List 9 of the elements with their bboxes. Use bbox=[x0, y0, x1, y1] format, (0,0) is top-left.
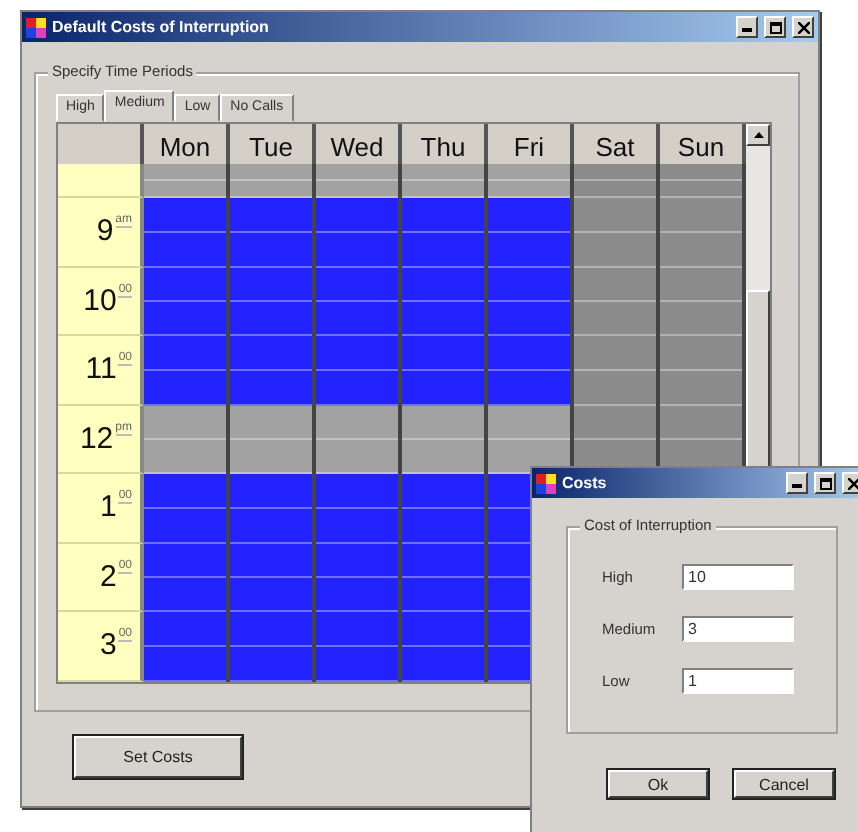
day-header: Sat bbox=[574, 124, 660, 164]
day-header: Tue bbox=[230, 124, 316, 164]
day-header: Mon bbox=[144, 124, 230, 164]
day-header: Wed bbox=[316, 124, 402, 164]
window-title: Default Costs of Interruption bbox=[52, 18, 271, 36]
day-header: Thu bbox=[402, 124, 488, 164]
window-title: Costs bbox=[562, 474, 609, 492]
day-header: Fri bbox=[488, 124, 574, 164]
day-header: Sun bbox=[660, 124, 746, 164]
